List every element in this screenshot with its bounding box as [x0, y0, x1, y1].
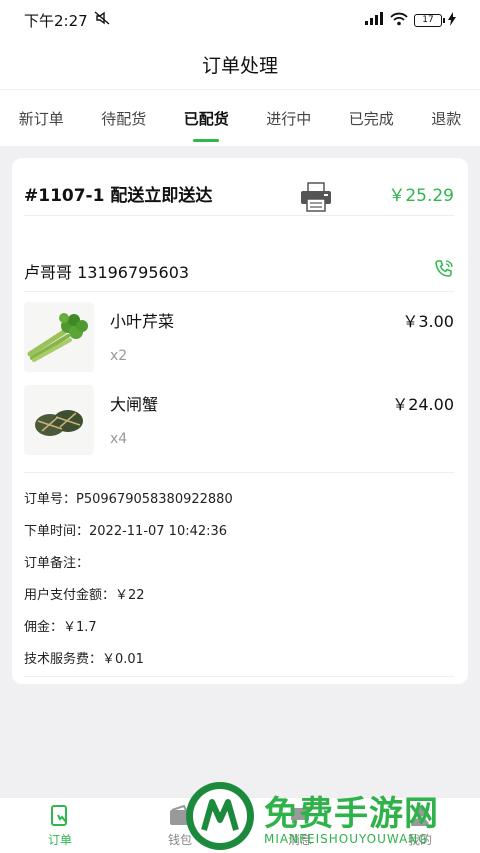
charging-icon: [448, 11, 456, 29]
printer-icon[interactable]: [300, 182, 332, 212]
watermark-title: 免费手游网: [264, 794, 439, 834]
order-number: 订单号：P509679058380922880: [24, 492, 233, 507]
order-icon: [48, 804, 72, 831]
item-quantity: x4: [110, 431, 128, 447]
page-title: 订单处理: [201, 55, 278, 77]
watermark-subtitle: MIANFEISHOUYOUWANG: [264, 832, 429, 846]
order-header: #1107-1 配送立即送达 ￥25.29: [24, 172, 454, 216]
wifi-icon: [390, 12, 408, 29]
user-payment: 用户支付金额：￥22: [24, 588, 145, 603]
order-remark: 订单备注：: [24, 556, 90, 571]
item-name: 小叶芹菜: [110, 312, 175, 331]
order-status-tabs: 新订单 待配货 已配货 进行中 已完成 退款: [0, 90, 480, 146]
signal-icon: [364, 11, 384, 29]
item-price: ￥3.00: [402, 312, 454, 331]
crab-image: [24, 385, 94, 455]
divider: [24, 472, 454, 473]
watermark: 免费手游网 MIANFEISHOUYOUWANG: [180, 778, 480, 853]
customer-row: 卢哥哥 13196795603: [24, 250, 454, 292]
customer-name-phone: 卢哥哥 13196795603: [24, 262, 190, 282]
tab-to-pick[interactable]: 待配货: [97, 90, 150, 146]
item-quantity: x2: [110, 348, 128, 364]
tab-refund[interactable]: 退款: [427, 90, 465, 146]
commission: 佣金：￥1.7: [24, 620, 97, 635]
status-bar: 下午2:27 17: [0, 0, 480, 40]
service-fee: 技术服务费：￥0.01: [24, 652, 144, 667]
nav-orders[interactable]: 订单: [20, 798, 100, 853]
nav-orders-label: 订单: [47, 832, 72, 847]
tab-new-orders[interactable]: 新订单: [15, 90, 68, 146]
order-id: #1107-1 配送立即送达: [24, 186, 213, 206]
item-price: ￥24.00: [392, 395, 454, 414]
mute-icon: [94, 11, 110, 29]
order-total-price: ￥25.29: [388, 186, 454, 206]
battery-icon: 17: [414, 13, 445, 27]
battery-level: 17: [422, 15, 434, 25]
tab-picked[interactable]: 已配货: [180, 90, 233, 146]
order-time: 下单时间：2022-11-07 10:42:36: [24, 524, 228, 539]
celery-image: [24, 302, 94, 372]
list-item[interactable]: 小叶芹菜 x2 ￥3.00: [24, 302, 454, 374]
item-name: 大闸蟹: [110, 395, 159, 414]
page-header: 订单处理: [0, 40, 480, 90]
status-time: 下午2:27: [24, 11, 88, 30]
watermark-logo-icon: [186, 782, 254, 850]
divider: [24, 676, 454, 677]
order-card[interactable]: #1107-1 配送立即送达 ￥25.29 卢哥哥 13196795603 小叶…: [12, 158, 468, 684]
tab-completed[interactable]: 已完成: [345, 90, 398, 146]
list-item[interactable]: 大闸蟹 x4 ￥24.00: [24, 385, 454, 457]
tab-in-progress[interactable]: 进行中: [262, 90, 315, 146]
phone-call-icon[interactable]: [434, 259, 454, 283]
